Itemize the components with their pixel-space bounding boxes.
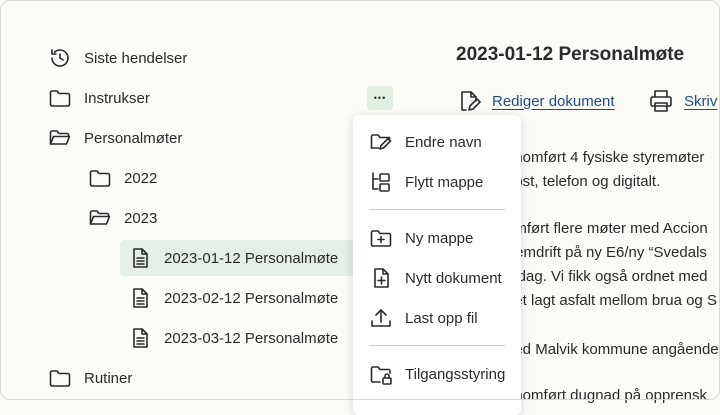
history-icon xyxy=(48,46,72,70)
sidebar-item-doc-2023-01-12[interactable]: 2023-01-12 Personalmøte xyxy=(120,240,368,276)
sidebar-item-doc-2023-03-12[interactable]: 2023-03-12 Personalmøte xyxy=(128,320,338,356)
sidebar-item-instructions[interactable]: Instrukser xyxy=(48,80,150,116)
sidebar-item-staff-meetings[interactable]: Personalmøter xyxy=(48,120,182,156)
menu-item-rename[interactable]: Endre navn xyxy=(369,125,482,159)
sidebar-item-label: 2023-01-12 Personalmøte xyxy=(164,249,339,267)
document-text-line: nnomført dugnad på opprensk xyxy=(506,387,707,404)
sidebar-item-label: Rutiner xyxy=(84,369,133,387)
print-label: Skriv xyxy=(684,92,718,110)
menu-item-label: Ny mappe xyxy=(405,229,474,247)
folder-context-menu: Endre navn Flytt mappe Ny mappe Nytt dok… xyxy=(353,115,521,415)
folder-icon xyxy=(88,166,112,190)
menu-item-label: Tilgangsstyring xyxy=(405,365,506,383)
sidebar-item-label: 2023-03-12 Personalmøte xyxy=(164,329,339,347)
sidebar-item-label: 2023 xyxy=(124,209,158,227)
sidebar-item-label: Instrukser xyxy=(84,89,150,107)
document-icon xyxy=(128,246,152,270)
more-dots-icon: ••• xyxy=(373,93,387,103)
rename-folder-icon xyxy=(369,130,393,154)
folder-open-icon xyxy=(88,206,112,230)
sidebar-item-label: Personalmøter xyxy=(84,129,183,147)
menu-item-new-folder[interactable]: Ny mappe xyxy=(369,221,473,255)
folder-open-icon xyxy=(48,126,72,150)
edit-document-label: Rediger dokument xyxy=(492,92,615,110)
document-text-line: ned Malvik kommune angående xyxy=(506,341,719,358)
menu-divider xyxy=(369,209,505,210)
sidebar-item-label: Siste hendelser xyxy=(84,49,188,67)
more-options-button[interactable]: ••• xyxy=(367,86,393,110)
document-icon xyxy=(128,286,152,310)
upload-icon xyxy=(369,306,393,330)
folder-icon xyxy=(48,86,72,110)
menu-item-label: Endre navn xyxy=(405,133,482,151)
menu-item-label: Flytt mappe xyxy=(405,173,484,191)
menu-item-label: Nytt dokument xyxy=(405,269,502,287)
sidebar-item-2023[interactable]: 2023 xyxy=(88,200,157,236)
edit-document-icon xyxy=(456,88,482,114)
print-button[interactable]: Skriv xyxy=(648,88,717,114)
document-text-line: iddag. Vi fikk også ordnet med xyxy=(506,268,708,285)
document-text-line: nnomført 4 fysiske styremøter xyxy=(506,149,705,166)
sidebar-item-routines[interactable]: Rutiner xyxy=(48,360,132,396)
menu-item-upload-file[interactable]: Last opp fil xyxy=(369,301,478,335)
menu-item-move-folder[interactable]: Flytt mappe xyxy=(369,165,483,199)
menu-item-label: Last opp fil xyxy=(405,309,478,327)
locked-folder-icon xyxy=(369,362,393,386)
printer-icon xyxy=(648,88,674,114)
move-folder-icon xyxy=(369,170,393,194)
document-text-line: post, telefon og digitalt. xyxy=(506,173,661,190)
new-folder-icon xyxy=(369,226,393,250)
menu-divider xyxy=(369,345,505,346)
folder-icon xyxy=(48,366,72,390)
document-text-line: fremdrift på ny E6/ny “Svedals xyxy=(506,244,707,261)
document-text-line: det lagt asfalt mellom brua og S xyxy=(506,292,717,309)
sidebar-item-label: 2022 xyxy=(124,169,158,187)
document-icon xyxy=(128,326,152,350)
menu-item-new-document[interactable]: Nytt dokument xyxy=(369,261,502,295)
sidebar-item-recent[interactable]: Siste hendelser xyxy=(48,40,187,76)
new-document-icon xyxy=(369,266,393,290)
sidebar-item-2022[interactable]: 2022 xyxy=(88,160,157,196)
document-text-line: omført flere møter med Accion xyxy=(506,220,708,237)
sidebar-item-label: 2023-02-12 Personalmøte xyxy=(164,289,339,307)
document-title: 2023-01-12 Personalmøte xyxy=(456,44,685,65)
menu-item-access-control[interactable]: Tilgangsstyring xyxy=(369,357,505,391)
edit-document-button[interactable]: Rediger dokument xyxy=(456,88,615,114)
sidebar-item-doc-2023-02-12[interactable]: 2023-02-12 Personalmøte xyxy=(128,280,338,316)
